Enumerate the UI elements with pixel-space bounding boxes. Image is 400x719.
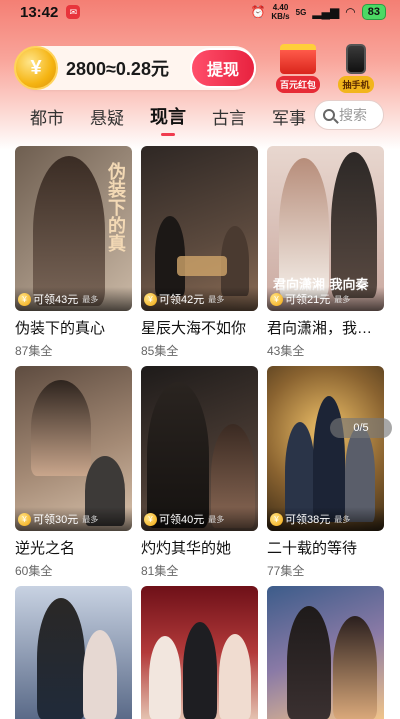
drama-card[interactable]: ¥ 可领38元 最多 二十载的等待 77集全: [267, 366, 384, 579]
poster-figure: [313, 396, 345, 522]
net-speed-value: 4.40: [272, 3, 289, 12]
drama-poster[interactable]: 君向潇湘 我向秦 ¥ 可领21元 最多: [267, 146, 384, 311]
reward-bar: ¥ 可领40元 最多: [141, 507, 258, 531]
reward-amount: 可领30元: [33, 514, 79, 526]
drama-poster[interactable]: [141, 586, 258, 719]
episode-count: 43集全: [267, 344, 305, 358]
reward-bar: ¥ 可领30元 最多: [15, 507, 132, 531]
drama-poster[interactable]: [267, 586, 384, 719]
coin-icon: ¥: [18, 512, 31, 526]
signal-icon: ▂▄▆: [312, 5, 340, 19]
drama-poster[interactable]: ¥ 可领42元 最多: [141, 146, 258, 311]
coin-icon: ¥: [144, 512, 157, 526]
app-notification-icon: ✉: [66, 5, 81, 19]
poster-figure: [37, 598, 85, 719]
drama-title[interactable]: 星辰大海不如你: [141, 317, 258, 338]
poster-figure: [219, 634, 251, 719]
coin-balance-text: 2800≈0.28元: [66, 59, 169, 79]
reward-max-label: 最多: [208, 294, 225, 304]
reward-amount: 可领21元: [285, 294, 331, 306]
red-packet-label: 百元红包: [275, 76, 320, 93]
drama-card[interactable]: ¥ 可领42元 最多 星辰大海不如你 85集全: [141, 146, 258, 359]
poster-figure: [287, 606, 331, 719]
reward-bar: ¥ 可领42元 最多: [141, 287, 258, 311]
poster-figure: [183, 622, 217, 719]
reward-bar: ¥ 可领43元 最多: [15, 287, 132, 311]
drama-card[interactable]: 君向潇湘 我向秦 ¥ 可领21元 最多 君向潇湘，我向秦 43集全: [267, 146, 384, 359]
reward-max-label: 最多: [334, 294, 351, 304]
coin-icon: ¥: [18, 292, 31, 306]
phone-lottery-promo[interactable]: 抽手机: [328, 44, 384, 93]
reward-max-label: 最多: [334, 514, 351, 524]
reward-amount: 可领42元: [159, 294, 205, 306]
reward-max-label: 最多: [82, 514, 99, 524]
page-indicator: 0/5: [330, 418, 392, 438]
drama-title[interactable]: 伪装下的真心: [15, 317, 132, 338]
poster-title-art: 伪装下的真: [105, 162, 126, 252]
drama-card[interactable]: 伪装下的真 ¥ 可领43元 最多 伪装下的真心 87集全: [15, 146, 132, 359]
phone-icon: [346, 44, 366, 74]
drama-poster[interactable]: ¥ 可领38元 最多: [267, 366, 384, 531]
reward-amount: 可领38元: [285, 514, 331, 526]
phone-lottery-label: 抽手机: [338, 76, 374, 93]
poster-table: [177, 256, 227, 276]
drama-title[interactable]: 二十载的等待: [267, 537, 384, 558]
network-type: 5G: [295, 7, 307, 17]
episode-count: 81集全: [141, 564, 179, 578]
alarm-icon: ⏰: [250, 5, 266, 19]
drama-card[interactable]: [267, 586, 384, 719]
status-icons: ⏰ 4.40 KB/s 5G ▂▄▆ ◠ 83: [250, 3, 386, 21]
drama-poster[interactable]: ¥ 可领30元 最多: [15, 366, 132, 531]
red-packet-promo[interactable]: 百元红包: [270, 44, 326, 93]
drama-title[interactable]: 君向潇湘，我向秦: [267, 317, 384, 338]
reward-amount: 可领43元: [33, 294, 79, 306]
drama-poster[interactable]: ¥ 可领40元 最多: [141, 366, 258, 531]
episode-count: 87集全: [15, 344, 53, 358]
battery-indicator: 83: [361, 4, 386, 20]
red-packet-icon: [280, 44, 316, 74]
status-bar: 13:42 ✉ ⏰ 4.40 KB/s 5G ▂▄▆ ◠ 83: [0, 0, 400, 24]
tab-guyan[interactable]: 古言: [212, 104, 246, 129]
coin-icon: ¥: [144, 292, 157, 306]
reward-bar: ¥ 可领38元 最多: [267, 507, 384, 531]
poster-figure: [149, 636, 181, 719]
reward-max-label: 最多: [82, 294, 99, 304]
poster-figure: [83, 630, 117, 719]
status-time: 13:42: [20, 3, 59, 21]
drama-card[interactable]: ¥ 可领30元 最多 逆光之名 60集全: [15, 366, 132, 579]
tab-xianyan[interactable]: 现言: [150, 103, 186, 129]
tab-junshi[interactable]: 军事: [272, 104, 306, 129]
episode-count: 60集全: [15, 564, 53, 578]
coin-icon: ¥: [270, 512, 283, 526]
drama-card[interactable]: ¥ 可领40元 最多 灼灼其华的她 81集全: [141, 366, 258, 579]
tab-xuanyi[interactable]: 悬疑: [90, 104, 124, 129]
drama-title[interactable]: 逆光之名: [15, 537, 132, 558]
wifi-icon: ◠: [345, 5, 356, 19]
drama-poster[interactable]: [15, 586, 132, 719]
poster-figure: [333, 616, 377, 719]
withdraw-button[interactable]: 提现: [190, 48, 256, 88]
reward-bar: ¥ 可领21元 最多: [267, 287, 384, 311]
episode-count: 85集全: [141, 344, 179, 358]
search-placeholder: 搜索: [339, 107, 367, 123]
search-icon: [323, 109, 335, 121]
net-speed: 4.40 KB/s: [271, 3, 289, 21]
tab-dushi[interactable]: 都市: [30, 104, 64, 129]
coin-icon: ¥: [270, 292, 283, 306]
reward-amount: 可领40元: [159, 514, 205, 526]
poster-figure: [33, 156, 105, 306]
drama-title[interactable]: 灼灼其华的她: [141, 537, 258, 558]
net-speed-unit: KB/s: [271, 12, 290, 21]
drama-poster[interactable]: 伪装下的真 ¥ 可领43元 最多: [15, 146, 132, 311]
episode-count: 77集全: [267, 564, 305, 578]
drama-card[interactable]: [15, 586, 132, 719]
search-box[interactable]: 搜索: [314, 100, 384, 130]
reward-max-label: 最多: [208, 514, 225, 524]
coin-icon: ¥: [14, 46, 58, 90]
drama-card[interactable]: [141, 586, 258, 719]
poster-figure: [31, 380, 91, 476]
